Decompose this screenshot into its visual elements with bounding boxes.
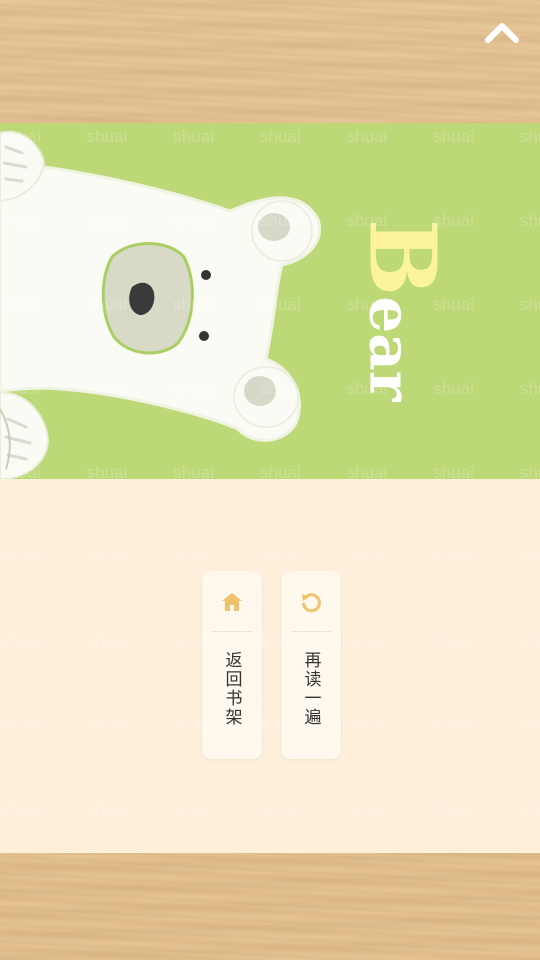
end-of-book-panel: 再读一遍 返回书架 [0,479,540,853]
bear-title: Bear [348,215,456,405]
refresh-icon [302,593,321,613]
chevron-up-icon [485,23,519,43]
bear-title-rest: ear [356,296,424,402]
reread-divider [291,631,331,632]
back-to-shelf-button[interactable]: 返回书架 [202,571,262,759]
wood-background-top [0,0,540,123]
polar-bear-drawing [0,130,321,479]
collapse-button[interactable] [482,14,522,50]
book-page: Bear 再读一遍 返回书架 shuai shuai shuai shuai s… [0,123,540,853]
back-to-shelf-divider [212,631,252,632]
home-icon [222,593,242,611]
bear-title-first-letter: B [348,218,456,297]
reread-button[interactable]: 再读一遍 [281,571,341,759]
reread-label: 再读一遍 [300,651,321,727]
screen: Bear 再读一遍 返回书架 shuai shuai shuai shuai s… [0,0,540,960]
wood-background-bottom [0,853,540,960]
back-to-shelf-label: 返回书架 [221,651,242,727]
bear-illustration: Bear [0,123,540,479]
